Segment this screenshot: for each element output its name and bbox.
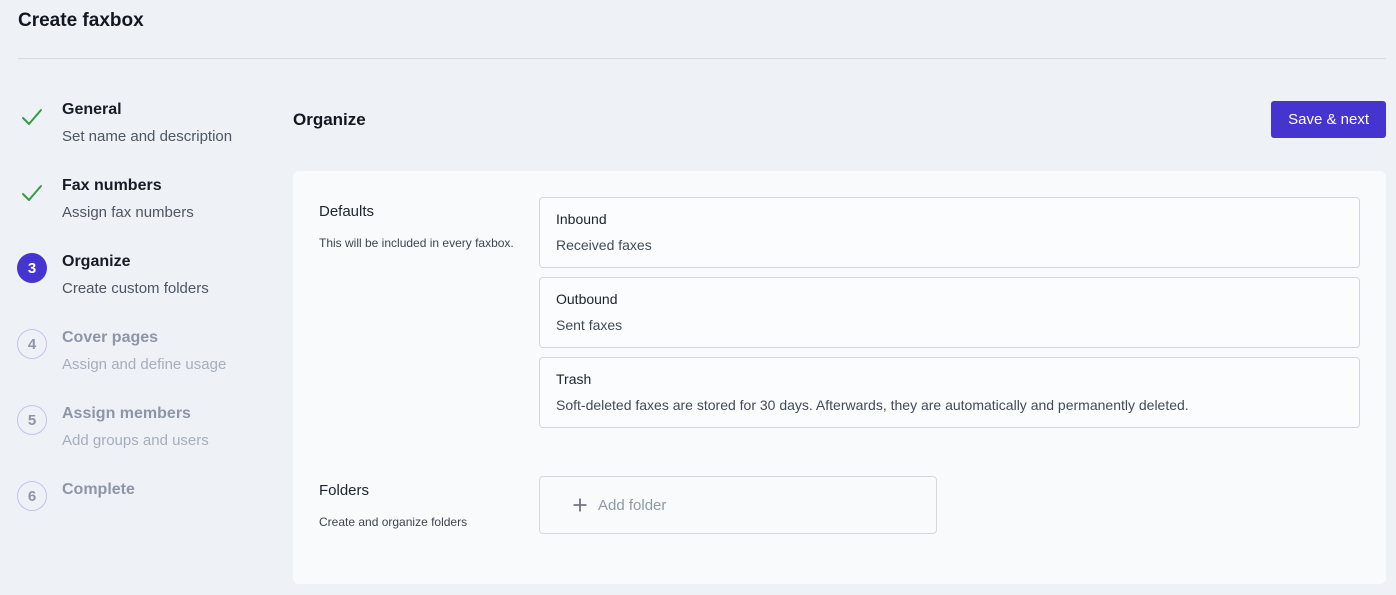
folders-sublabel: Create and organize folders (319, 515, 539, 529)
step-description: Create custom folders (62, 278, 209, 300)
step-description: Set name and description (62, 126, 232, 148)
defaults-section: Defaults This will be included in every … (319, 197, 1360, 428)
step-title: Organize (62, 251, 209, 273)
main-header: Organize Save & next (293, 101, 1386, 138)
add-folder-button[interactable]: Add folder (539, 476, 937, 534)
card-description: Soft-deleted faxes are stored for 30 day… (556, 397, 1343, 414)
wizard-steps-sidebar: General Set name and description Fax num… (0, 59, 293, 538)
default-card-outbound: Outbound Sent faxes (539, 277, 1360, 348)
defaults-label: Defaults (319, 203, 539, 220)
page-header: Create faxbox (0, 0, 1396, 58)
organize-panel: Defaults This will be included in every … (293, 171, 1386, 584)
check-icon (20, 177, 44, 209)
step-cover-pages[interactable]: 4 Cover pages Assign and define usage (17, 327, 293, 376)
defaults-sublabel: This will be included in every faxbox. (319, 236, 539, 250)
step-organize[interactable]: 3 Organize Create custom folders (17, 251, 293, 300)
content-area: General Set name and description Fax num… (0, 59, 1396, 584)
step-fax-numbers[interactable]: Fax numbers Assign fax numbers (17, 175, 293, 224)
step-description: Assign and define usage (62, 354, 226, 376)
step-number-badge: 6 (17, 481, 47, 511)
step-description: Add groups and users (62, 430, 209, 452)
step-number-badge: 5 (17, 405, 47, 435)
card-title: Inbound (556, 211, 1343, 228)
check-icon (20, 101, 44, 133)
folders-label: Folders (319, 482, 539, 499)
step-title: Assign members (62, 403, 209, 425)
main-content: Organize Save & next Defaults This will … (293, 59, 1386, 584)
step-description: Assign fax numbers (62, 202, 194, 224)
step-title: Cover pages (62, 327, 226, 349)
plus-icon (572, 497, 588, 513)
default-card-inbound: Inbound Received faxes (539, 197, 1360, 268)
step-complete[interactable]: 6 Complete (17, 479, 293, 511)
step-assign-members[interactable]: 5 Assign members Add groups and users (17, 403, 293, 452)
default-card-trash: Trash Soft-deleted faxes are stored for … (539, 357, 1360, 428)
step-title: General (62, 99, 232, 121)
section-heading: Organize (293, 110, 366, 130)
add-folder-label: Add folder (598, 497, 666, 514)
card-description: Sent faxes (556, 317, 1343, 334)
step-number-badge: 4 (17, 329, 47, 359)
step-general[interactable]: General Set name and description (17, 99, 293, 148)
step-number-badge: 3 (17, 253, 47, 283)
save-next-button[interactable]: Save & next (1271, 101, 1386, 138)
card-title: Outbound (556, 291, 1343, 308)
step-title: Fax numbers (62, 175, 194, 197)
step-title: Complete (62, 479, 135, 501)
folders-section: Folders Create and organize folders Add … (319, 476, 1360, 534)
card-title: Trash (556, 371, 1343, 388)
card-description: Received faxes (556, 237, 1343, 254)
page-title: Create faxbox (18, 10, 1386, 58)
